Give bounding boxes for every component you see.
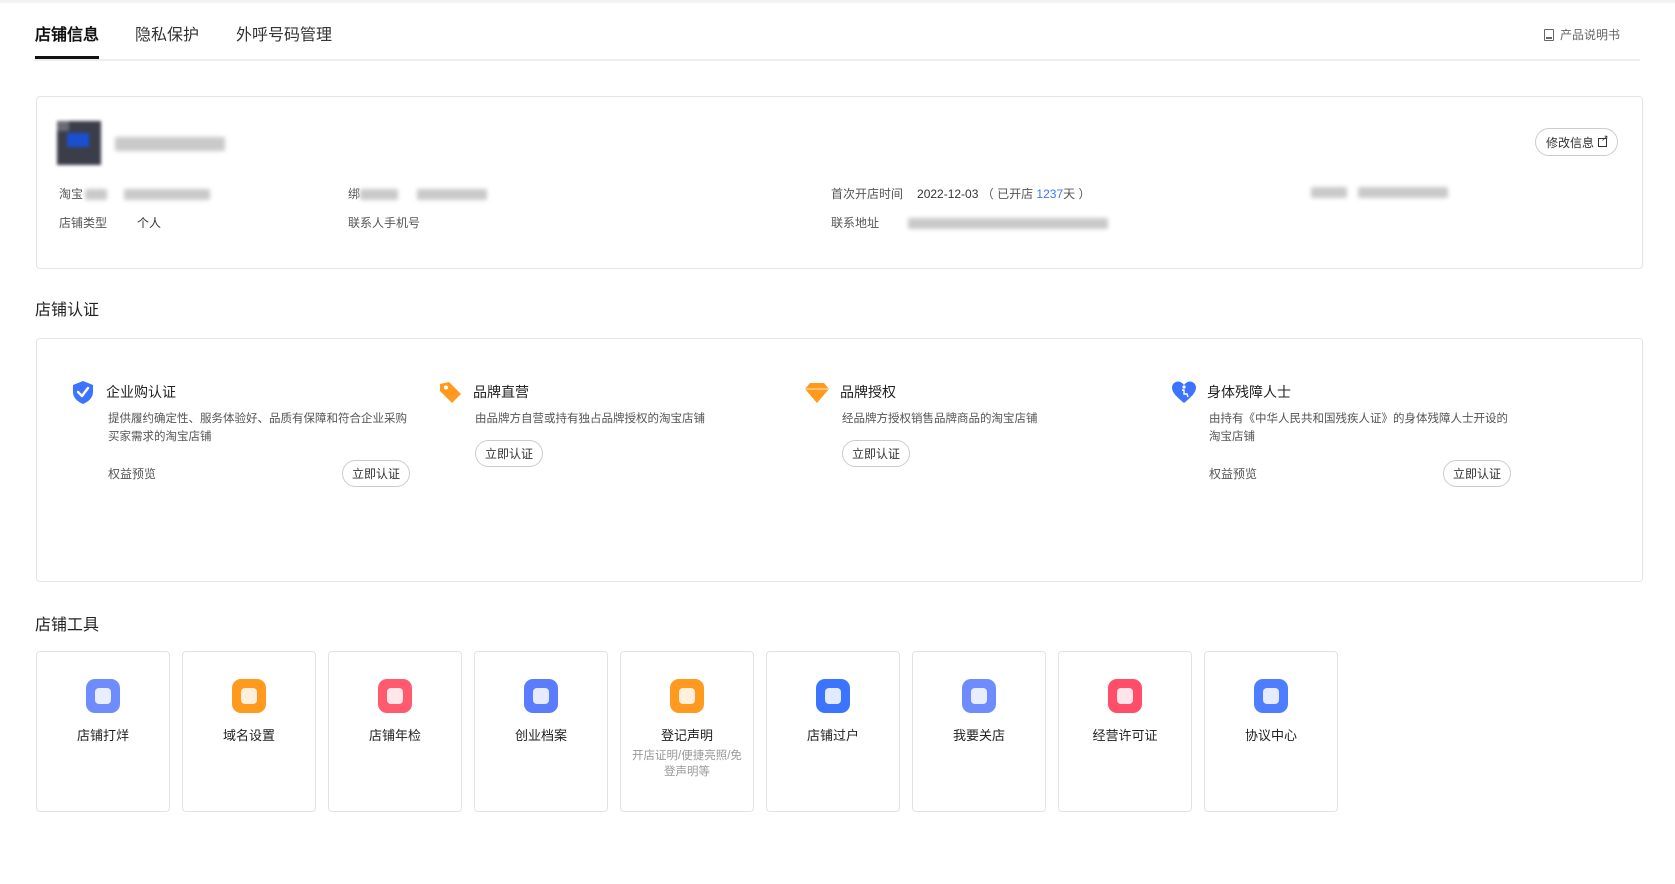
- benefit-preview-link[interactable]: 权益预览: [1209, 465, 1257, 482]
- tool-label: 登记声明: [660, 728, 713, 743]
- tab-outbound-number[interactable]: 外呼号码管理: [236, 22, 332, 57]
- shield-check-icon: [70, 379, 96, 405]
- tool-label: 店铺年检: [368, 728, 421, 743]
- tag-icon: [437, 379, 463, 405]
- address-label: 联系地址: [831, 216, 880, 230]
- redacted: [85, 189, 108, 201]
- tool-shop-transfer[interactable]: 店铺过户: [766, 651, 900, 812]
- open-time-label: 首次开店时间: [831, 187, 904, 201]
- certify-button[interactable]: 立即认证: [842, 440, 911, 467]
- edit-info-label: 修改信息: [1545, 135, 1594, 150]
- redacted-value: [1358, 187, 1449, 199]
- tool-label: 我要关店: [952, 728, 1005, 743]
- tool-label: 店铺打烊: [76, 728, 129, 743]
- tool-business-license[interactable]: 经营许可证: [1058, 651, 1192, 812]
- cert-item-brand-direct: 品牌直营 由品牌方自营或持有独占品牌授权的淘宝店铺 立即认证: [437, 379, 777, 467]
- opened-prefix: （ 已开店: [981, 187, 1037, 201]
- cert-card: 企业购认证 提供履约确定性、服务体验好、品质有保障和符合企业采购买家需求的淘宝店…: [36, 338, 1643, 582]
- external-link-icon: [1598, 133, 1609, 147]
- archive-icon: [524, 679, 558, 713]
- tool-archive[interactable]: 创业档案: [474, 651, 608, 812]
- tool-annual-check[interactable]: 店铺年检: [328, 651, 462, 812]
- cert-desc: 由持有《中华人民共和国残疾人证》的身体残障人士开设的淘宝店铺: [1209, 413, 1508, 443]
- opened-days: 1237: [1036, 187, 1064, 201]
- tool-label: 创业档案: [514, 728, 567, 743]
- certify-button[interactable]: 立即认证: [341, 460, 410, 487]
- tool-register-statement[interactable]: 登记声明 开店证明/便捷亮照/免登声明等: [620, 651, 754, 812]
- tab-shop-info[interactable]: 店铺信息: [35, 22, 100, 59]
- license-icon: [1108, 679, 1142, 713]
- certify-button[interactable]: 立即认证: [1442, 460, 1511, 487]
- redacted: [360, 189, 399, 201]
- annual-check-icon: [378, 679, 412, 713]
- tool-label: 经营许可证: [1092, 728, 1158, 743]
- cert-desc: 经品牌方授权销售品牌商品的淘宝店铺: [842, 413, 1038, 425]
- book-icon: [1543, 28, 1554, 41]
- open-time-field: 首次开店时间 2022-12-03 （ 已开店 1237天 ）: [831, 185, 1090, 202]
- redacted: [1311, 187, 1347, 199]
- redacted-field: [1311, 185, 1449, 199]
- product-manual-link[interactable]: 产品说明书: [1543, 26, 1620, 43]
- cert-title: 品牌直营: [473, 384, 529, 400]
- benefit-preview-link[interactable]: 权益预览: [108, 465, 156, 482]
- top-divider: [0, 0, 1675, 3]
- tool-label: 协议中心: [1244, 728, 1297, 743]
- shop-type-label: 店铺类型: [59, 216, 108, 230]
- tool-agreement-center[interactable]: 协议中心: [1204, 651, 1338, 812]
- cert-item-brand-auth: 品牌授权 经品牌方授权销售品牌商品的淘宝店铺 立即认证: [804, 379, 1144, 467]
- tool-label: 域名设置: [222, 728, 275, 743]
- transfer-icon: [816, 679, 850, 713]
- shop-avatar: [57, 121, 101, 165]
- domain-icon: [232, 679, 266, 713]
- shop-name-redacted: [115, 137, 225, 151]
- cert-title: 身体残障人士: [1207, 384, 1291, 400]
- register-icon: [670, 679, 704, 713]
- edit-info-button[interactable]: 修改信息: [1534, 128, 1618, 156]
- tool-label: 店铺过户: [806, 728, 859, 743]
- contact-phone-field: 联系人手机号: [348, 214, 420, 231]
- taobao-account-label: 淘宝: [59, 187, 84, 201]
- close-shop-icon: [962, 679, 996, 713]
- tool-domain-settings[interactable]: 域名设置: [182, 651, 316, 812]
- open-time-value: 2022-12-03: [917, 187, 979, 201]
- agreement-icon: [1254, 679, 1288, 713]
- cert-section-title: 店铺认证: [35, 302, 100, 319]
- tool-shop-closing[interactable]: 店铺打烊: [36, 651, 170, 812]
- redacted-value: [908, 218, 1109, 230]
- address-field: 联系地址: [831, 214, 1109, 231]
- cert-title: 品牌授权: [840, 384, 896, 400]
- bind-field: 绑: [348, 185, 488, 202]
- certify-button[interactable]: 立即认证: [475, 440, 544, 467]
- opened-suffix: 天 ）: [1063, 187, 1091, 201]
- diamond-icon: [804, 379, 830, 405]
- taobao-account-field: 淘宝: [59, 185, 211, 202]
- tools-section-title: 店铺工具: [35, 617, 100, 634]
- shop-close-icon: [86, 679, 120, 713]
- tab-privacy[interactable]: 隐私保护: [135, 22, 199, 57]
- heart-accessibility-icon: [1171, 379, 1197, 405]
- cert-item-disability: 身体残障人士 由持有《中华人民共和国残疾人证》的身体残障人士开设的淘宝店铺 权益…: [1171, 379, 1511, 487]
- shop-type-value: 个人: [137, 216, 162, 230]
- bind-label: 绑: [348, 187, 361, 201]
- contact-phone-label: 联系人手机号: [348, 216, 421, 230]
- redacted-value: [417, 189, 488, 201]
- redacted-value: [124, 189, 211, 201]
- cert-item-enterprise: 企业购认证 提供履约确定性、服务体验好、品质有保障和符合企业采购买家需求的淘宝店…: [70, 379, 410, 487]
- shop-type-field: 店铺类型 个人: [59, 214, 161, 231]
- cert-desc: 提供履约确定性、服务体验好、品质有保障和符合企业采购买家需求的淘宝店铺: [108, 413, 407, 443]
- product-manual-label: 产品说明书: [1559, 28, 1620, 42]
- tool-close-shop[interactable]: 我要关店: [912, 651, 1046, 812]
- shop-info-card: 修改信息 淘宝 绑 首次开店时间 2022-12-03 （ 已开店 1237天 ）…: [36, 96, 1643, 269]
- cert-desc: 由品牌方自营或持有独占品牌授权的淘宝店铺: [475, 413, 705, 425]
- cert-title: 企业购认证: [106, 384, 176, 400]
- tool-sublabel: 开店证明/便捷亮照/免登声明等: [632, 750, 742, 778]
- tab-bar: 店铺信息 隐私保护 外呼号码管理 产品说明书: [35, 22, 1640, 61]
